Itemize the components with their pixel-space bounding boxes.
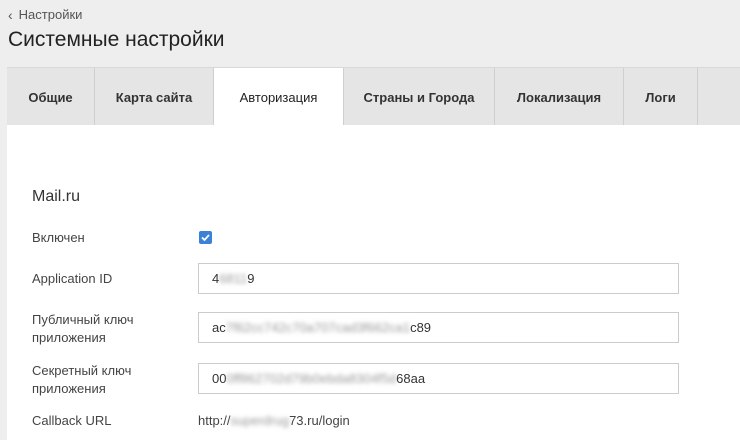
enabled-checkbox[interactable] (199, 231, 212, 244)
tabs-filler (698, 68, 740, 126)
public-key-value-end: c89 (410, 320, 432, 335)
enabled-label: Включен (32, 230, 85, 245)
callback-url-value-start: http:// (198, 413, 231, 428)
public-key-value-hidden: 7f62cc742c70a707cad3f662ca1 (225, 320, 411, 335)
authorization-panel: Mail.ru Включен Application ID 4 6811 9 Пу… (7, 125, 740, 440)
application-id-value-start: 4 (212, 271, 220, 286)
secret-key-field[interactable]: 00 0ff862702d79b0ebda8304f5d 68aa (198, 363, 679, 394)
checkmark-icon (201, 234, 210, 242)
secret-key-value-end: 68aa (396, 371, 426, 386)
tab-logs[interactable]: Логи (624, 68, 698, 126)
page-header: ‹ Настройки Системные настройки (0, 0, 740, 66)
secret-key-value-start: 00 (212, 371, 227, 386)
chevron-left-icon: ‹ (8, 6, 13, 23)
public-key-label: Публичный ключ приложения (32, 312, 134, 345)
settings-tabs: Общие Карта сайта Авторизация Страны и Г… (7, 67, 740, 126)
tab-sitemap[interactable]: Карта сайта (95, 68, 214, 126)
page-title: Системные настройки (8, 28, 225, 51)
callback-url-value: http://superdrug73.ru/login (198, 413, 350, 428)
callback-url-value-hidden: superdrug (230, 413, 290, 428)
back-link[interactable]: ‹ Настройки (8, 7, 82, 22)
tab-localization[interactable]: Локализация (495, 68, 624, 126)
section-title-mailru: Mail.ru (32, 188, 81, 205)
public-key-field[interactable]: ac 7f62cc742c70a707cad3f662ca1 c89 (198, 312, 679, 343)
tab-countries-cities[interactable]: Страны и Города (343, 68, 495, 126)
tab-authorization[interactable]: Авторизация (214, 68, 343, 126)
tab-general[interactable]: Общие (7, 68, 95, 126)
application-id-field[interactable]: 4 6811 9 (198, 263, 679, 294)
application-id-value-hidden: 6811 (219, 271, 248, 286)
application-id-value-end: 9 (247, 271, 255, 286)
secret-key-label: Секретный ключ приложения (32, 363, 132, 396)
callback-url-label: Callback URL (32, 413, 112, 428)
back-link-label: Настройки (18, 7, 83, 22)
callback-url-value-end: 73.ru/login (289, 413, 350, 428)
secret-key-value-hidden: 0ff862702d79b0ebda8304f5d (226, 371, 397, 386)
public-key-value-start: ac (212, 320, 226, 335)
application-id-label: Application ID (32, 271, 113, 286)
